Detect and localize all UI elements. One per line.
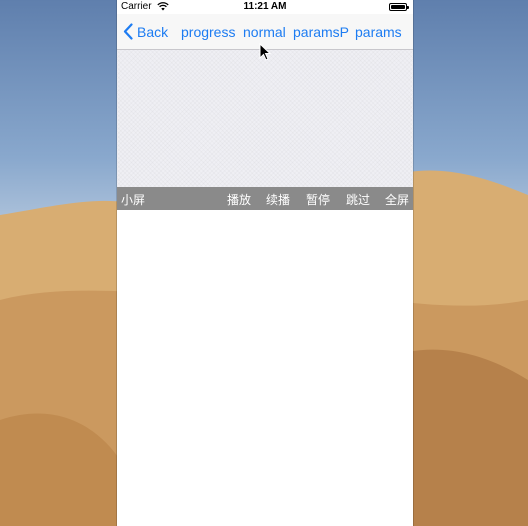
clock: 11:21 AM [243,1,287,12]
paramsP-button[interactable]: paramsP [293,24,349,40]
mouse-pointer-icon [259,43,271,61]
play-button[interactable]: 播放 [227,191,251,208]
skip-button[interactable]: 跳过 [346,191,370,208]
full-screen-button[interactable]: 全屏 [385,191,409,208]
player-control-bar: 小屏 播放 续播 暂停 跳过 全屏 [117,187,413,210]
status-bar: Carrier 11:21 AM [117,0,413,14]
progress-button[interactable]: progress [181,24,235,40]
video-player-area[interactable] [117,50,413,187]
params-button[interactable]: params [355,24,402,40]
normal-button[interactable]: normal [243,24,286,40]
content-area [117,210,413,526]
small-screen-button[interactable]: 小屏 [121,191,145,208]
chevron-left-icon[interactable] [123,23,133,40]
pause-button[interactable]: 暂停 [306,191,330,208]
resume-button[interactable]: 续播 [266,191,290,208]
back-button[interactable]: Back [137,24,168,40]
battery-icon [389,3,409,11]
simulator-screen: Carrier 11:21 AM Back progress normal pa… [117,0,413,526]
